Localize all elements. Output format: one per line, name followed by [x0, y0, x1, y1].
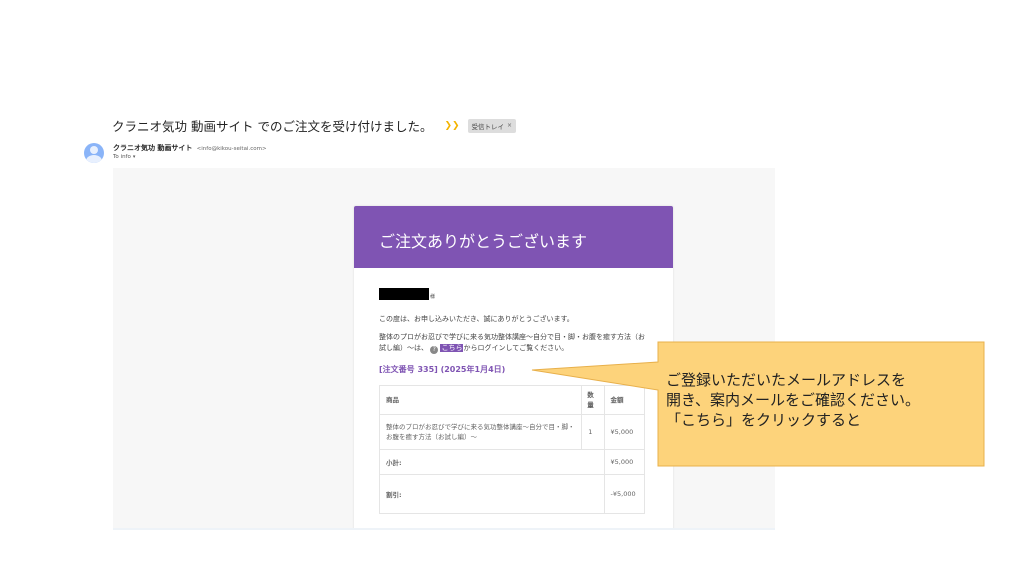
callout-bubble [531, 341, 985, 467]
callout-line-1: ご登録いただいたメールアドレスを [666, 371, 907, 389]
callout-text: ご登録いただいたメールアドレスを 開き、案内メールをご確認ください。 「こちら」… [666, 370, 996, 430]
callout-line-3: 「こちら」をクリックすると [666, 411, 862, 429]
callout-line-2: 開き、案内メールをご確認ください。 [666, 391, 920, 409]
